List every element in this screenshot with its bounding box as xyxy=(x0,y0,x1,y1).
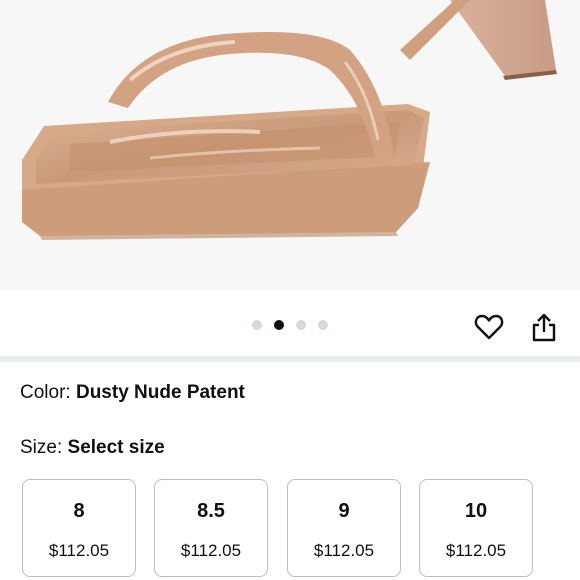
section-divider xyxy=(0,356,580,362)
carousel-dot-4[interactable] xyxy=(318,320,328,330)
heart-icon[interactable] xyxy=(473,311,505,343)
size-option-8-5[interactable]: 8.5 $112.05 xyxy=(154,479,268,577)
color-label: Color: xyxy=(20,382,76,403)
size-value[interactable]: Select size xyxy=(68,437,165,458)
carousel-dot-3[interactable] xyxy=(296,320,306,330)
sandal-illustration xyxy=(0,0,580,290)
carousel-dot-1[interactable] xyxy=(252,320,262,330)
size-option-price: $112.05 xyxy=(445,541,507,560)
size-option-size: 10 xyxy=(464,500,488,522)
size-option-8[interactable]: 8 $112.05 xyxy=(22,479,136,577)
color-row: Color: Dusty Nude Patent xyxy=(20,382,245,404)
size-option-size: 8 xyxy=(73,500,85,522)
color-value: Dusty Nude Patent xyxy=(75,382,245,403)
size-option-price: $112.05 xyxy=(313,541,375,560)
size-option-price: $112.05 xyxy=(48,541,110,560)
size-option-size: 8.5 xyxy=(197,500,225,522)
product-image[interactable] xyxy=(0,0,580,290)
size-option-9[interactable]: 9 $112.05 xyxy=(287,479,401,577)
size-option-size: 9 xyxy=(338,500,350,522)
size-row[interactable]: Size: Select size xyxy=(20,437,165,459)
size-options: 8 $112.05 8.5 $112.05 9 $112.05 10 $112.… xyxy=(22,479,580,579)
size-label: Size: xyxy=(20,437,68,458)
carousel-dot-2[interactable] xyxy=(274,320,284,330)
size-option-10[interactable]: 10 $112.05 xyxy=(419,479,533,577)
size-option-price: $112.05 xyxy=(180,541,242,560)
share-icon[interactable] xyxy=(528,312,560,344)
